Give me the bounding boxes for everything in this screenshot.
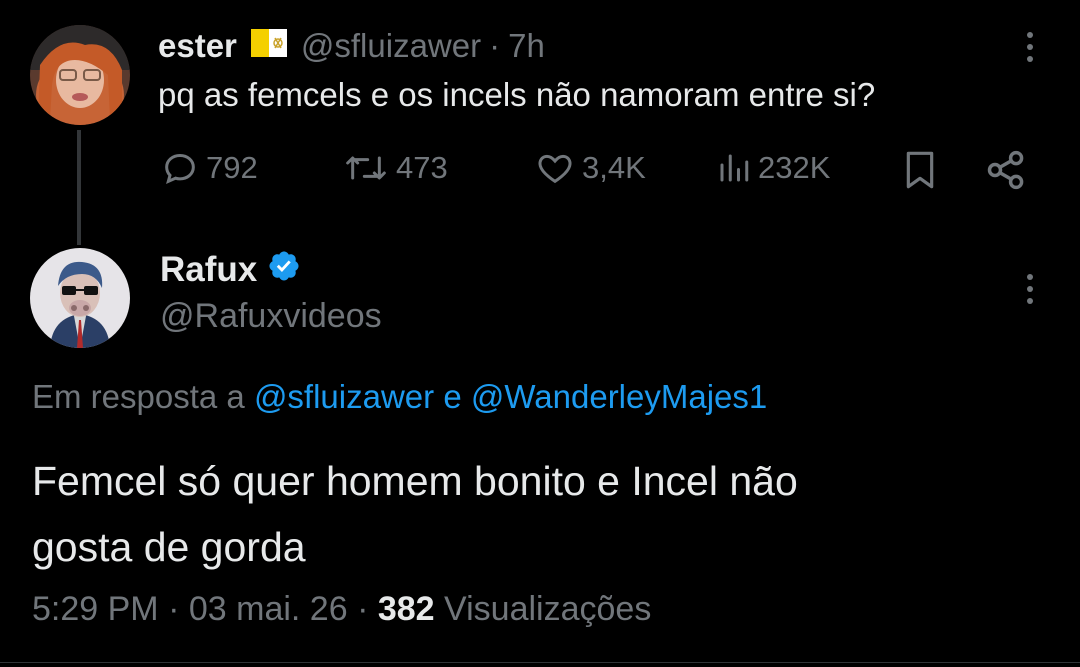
heart-icon (538, 154, 572, 184)
reply-count: 792 (206, 150, 258, 185)
handle[interactable]: @sfluizawer (301, 27, 481, 65)
reply-icon (165, 153, 195, 184)
avatar-ester[interactable] (30, 25, 130, 125)
views-button[interactable]: 232K (716, 148, 830, 188)
more-options-icon[interactable] (1025, 32, 1035, 62)
views-chart-icon (720, 154, 749, 182)
timestamp[interactable]: 7h (508, 27, 545, 65)
reply-text-line2: gosta de gorda (32, 524, 306, 570)
reply-display-name[interactable]: Rafux (160, 250, 257, 290)
reply-more-options-icon[interactable] (1025, 274, 1035, 304)
retweet-icon (346, 156, 386, 180)
like-button[interactable]: 3,4K (534, 148, 646, 188)
reply-views-label: Visualizações (444, 590, 652, 628)
reply-date[interactable]: 03 mai. 26 (189, 590, 348, 628)
share-icon[interactable] (984, 148, 1028, 197)
reply-text-line1: Femcel só quer homem bonito e Incel não (32, 458, 798, 504)
replying-to-user2-link[interactable]: @WanderleyMajes1 (471, 378, 767, 415)
replying-to-and: e (443, 378, 462, 415)
verified-badge-icon (267, 249, 301, 292)
reply-text: Femcel só quer homem bonito e Incel não … (32, 448, 1042, 580)
replying-to-user1-link[interactable]: @sfluizawer (254, 378, 434, 415)
vatican-flag-icon (250, 27, 287, 65)
tweet-header: ester @sfluizawer · 7h (158, 24, 545, 68)
meta-separator: · (168, 590, 180, 628)
views-count: 232K (758, 150, 831, 185)
reply-author-row: Rafux (160, 248, 301, 292)
bottom-divider (0, 662, 1080, 663)
thread-line (77, 130, 81, 245)
reply-button[interactable]: 792 (160, 148, 258, 188)
reply-views-count: 382 (377, 590, 435, 628)
retweet-count: 473 (396, 150, 448, 185)
like-count: 3,4K (582, 150, 646, 185)
replying-to: Em resposta a @sfluizawer e @WanderleyMa… (32, 378, 767, 416)
replying-to-prefix: Em resposta a (32, 378, 245, 415)
avatar-rafux[interactable] (30, 248, 130, 348)
separator: · (489, 27, 501, 64)
retweet-button[interactable]: 473 (342, 148, 448, 188)
bookmark-icon[interactable] (900, 148, 940, 197)
reply-handle[interactable]: @Rafuxvideos (160, 297, 382, 336)
reply-time[interactable]: 5:29 PM (32, 590, 159, 628)
meta-separator: · (357, 590, 369, 628)
display-name[interactable]: ester (158, 27, 237, 65)
reply-meta: 5:29 PM · 03 mai. 26 · 382 Visualizações (32, 590, 651, 629)
tweet-text: pq as femcels e os incels não namoram en… (158, 76, 876, 113)
